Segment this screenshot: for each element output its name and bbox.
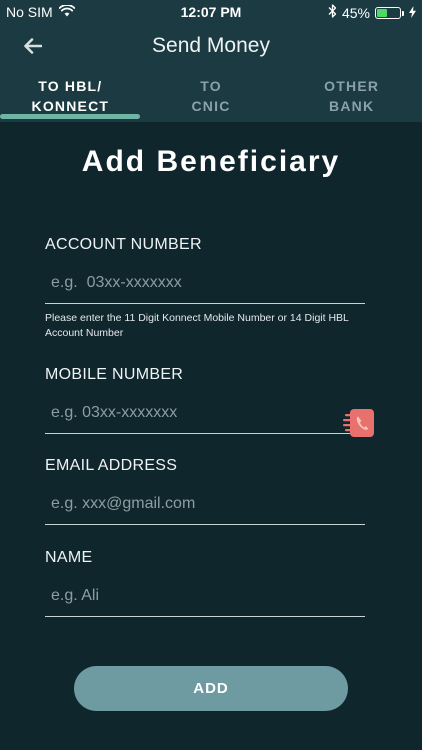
account-number-input[interactable] xyxy=(45,262,365,304)
page-title: Add Beneficiary xyxy=(81,145,341,178)
account-number-field: ACCOUNT NUMBER Please enter the 11 Digit… xyxy=(45,236,365,341)
mobile-number-field: MOBILE NUMBER xyxy=(45,366,374,437)
mobile-number-input[interactable] xyxy=(45,392,365,434)
status-bar: No SIM 12:07 PM 45% xyxy=(0,0,422,24)
add-button[interactable]: ADD xyxy=(74,666,348,711)
tab-label: OTHER BANK xyxy=(324,78,380,114)
active-tab-indicator xyxy=(0,114,140,119)
email-address-label: EMAIL ADDRESS xyxy=(45,457,178,474)
bluetooth-icon xyxy=(328,4,337,21)
email-address-field: EMAIL ADDRESS xyxy=(45,457,365,525)
tab-label: TO CNIC xyxy=(191,78,231,114)
page-header-title: Send Money xyxy=(152,34,270,57)
charging-icon xyxy=(409,5,416,21)
name-label: NAME xyxy=(45,549,93,566)
battery-icon xyxy=(375,6,404,19)
email-address-input[interactable] xyxy=(45,483,365,525)
status-right: 45% xyxy=(328,4,416,21)
tab-to-cnic[interactable]: TO CNIC xyxy=(141,70,282,122)
account-number-label: ACCOUNT NUMBER xyxy=(45,236,202,253)
account-number-hint: Please enter the 11 Digit Konnect Mobile… xyxy=(45,312,349,339)
app-header: Send Money TO HBL/ KONNECT TO CNIC OTHER… xyxy=(0,24,422,122)
battery-fill xyxy=(377,8,387,17)
contact-book-icon[interactable] xyxy=(343,408,377,438)
tab-label: TO HBL/ KONNECT xyxy=(31,78,110,114)
tab-other-bank[interactable]: OTHER BANK xyxy=(281,70,422,122)
mobile-number-label: MOBILE NUMBER xyxy=(45,366,184,383)
name-input[interactable] xyxy=(45,575,365,617)
name-field: NAME xyxy=(45,549,365,617)
battery-percent: 45% xyxy=(341,4,370,21)
